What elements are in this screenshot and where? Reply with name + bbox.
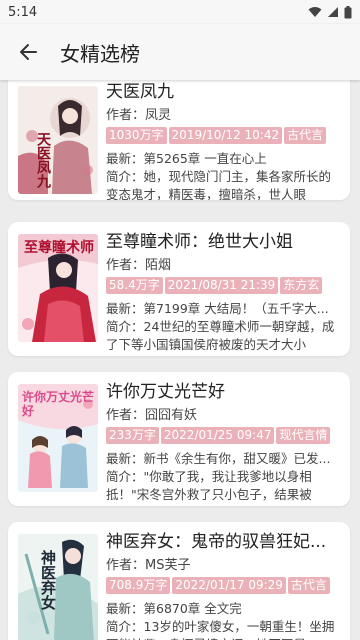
wifi-icon xyxy=(308,7,322,17)
latest-chapter: 最新：第5265章 一直在心上 xyxy=(106,151,267,166)
update-time-tag: 2021/08/31 21:39 xyxy=(164,277,279,294)
book-tags: 233万字 2022/01/25 09:47 现代言情 xyxy=(106,427,342,444)
page-title: 女精选榜 xyxy=(60,41,140,66)
book-tags: 58.4万字 2021/08/31 21:39 东方玄 xyxy=(106,277,342,294)
latest-chapter: 最新：第6870章 全文完 xyxy=(106,601,242,616)
book-author: 作者：陌烟 xyxy=(106,258,172,273)
book-info: 许你万丈光芒好 作者：囧囧有妖 233万字 2022/01/25 09:47 现… xyxy=(106,380,342,504)
book-author: 作者：MS芙子 xyxy=(106,558,191,573)
book-author: 作者：凤灵 xyxy=(106,108,172,123)
book-cover: 至尊瞳术师 xyxy=(18,234,98,342)
word-count-tag: 58.4万字 xyxy=(106,277,163,294)
cover-title: 神医弃女 xyxy=(39,550,57,610)
book-card[interactable]: 许你万丈光芒好 许你万丈光芒好 作者：囧囧有妖 233万字 2022/01/25… xyxy=(8,372,350,506)
latest-chapter: 最新：新书《余生有你，甜又暖》已发... xyxy=(106,451,331,466)
word-count-tag: 1030万字 xyxy=(106,127,167,144)
book-tags: 1030万字 2019/10/12 10:42 古代言 xyxy=(106,127,342,144)
back-button[interactable] xyxy=(0,24,56,80)
book-title: 许你万丈光芒好 xyxy=(106,382,225,402)
book-cover: 许你万丈光芒好 xyxy=(18,384,98,492)
category-tag: 古代言 xyxy=(284,127,327,144)
book-title: 至尊瞳术师：绝世大小姐 xyxy=(106,232,293,252)
book-info: 神医弃女：鬼帝的驭兽狂妃... 作者：MS芙子 708.9万字 2022/01/… xyxy=(106,530,342,640)
signal-icon xyxy=(328,7,338,17)
status-icons xyxy=(308,5,352,19)
cover-title: 天医凤九 xyxy=(35,132,51,188)
cover-title: 许你万丈光芒好 xyxy=(22,390,95,418)
book-title: 神医弃女：鬼帝的驭兽狂妃... xyxy=(106,532,327,552)
update-time-tag: 2019/10/12 10:42 xyxy=(168,127,283,144)
battery-icon xyxy=(344,5,352,18)
book-info: 至尊瞳术师：绝世大小姐 作者：陌烟 58.4万字 2021/08/31 21:3… xyxy=(106,230,342,354)
word-count-tag: 708.9万字 xyxy=(106,577,171,594)
category-tag: 古代言 xyxy=(287,577,330,594)
status-bar: 5:14 xyxy=(0,0,360,24)
book-intro: 简介：13岁的叶家傻女，一朝重生！坐拥万能神鼎，身怀灵境空间，她不再是 xyxy=(106,619,335,640)
book-cover: 神医弃女 xyxy=(18,534,98,640)
update-time-tag: 2022/01/25 09:47 xyxy=(160,427,275,444)
category-tag: 东方玄 xyxy=(280,277,323,294)
book-intro: 简介：她，现代隐门门主，集各家所长的变态鬼才，精医毒，擅暗杀，世人眼 xyxy=(106,169,332,200)
word-count-tag: 233万字 xyxy=(106,427,159,444)
update-time-tag: 2022/01/17 09:29 xyxy=(172,577,286,594)
book-intro: 简介：24世纪的至尊瞳术师一朝穿越，成了下等小国镇国侯府被废的天才大小 xyxy=(106,319,335,352)
book-cover: 天医凤九 xyxy=(18,86,98,194)
book-tags: 708.9万字 2022/01/17 09:29 古代言 xyxy=(106,577,342,594)
book-intro: 简介："你敢了我，我让我爹地以身相抵！"宋冬宫外救了只小包子，结果被 xyxy=(106,469,312,502)
book-info: 天医凤九 作者：凤灵 1030万字 2019/10/12 10:42 古代言 最… xyxy=(106,80,342,200)
app-bar: 女精选榜 xyxy=(0,24,360,80)
status-time: 5:14 xyxy=(8,4,38,20)
category-tag: 现代言情 xyxy=(276,427,331,444)
book-card[interactable]: 天医凤九 天医凤九 作者：凤灵 1030万字 2019/10/12 10:42 … xyxy=(8,80,350,200)
latest-chapter: 最新：第7199章 大结局！（五千字大... xyxy=(106,301,329,316)
book-author: 作者：囧囧有妖 xyxy=(106,408,198,423)
book-card[interactable]: 神医弃女 神医弃女：鬼帝的驭兽狂妃... 作者：MS芙子 708.9万字 202… xyxy=(8,522,350,640)
cover-title: 至尊瞳术师 xyxy=(24,240,94,256)
arrow-back-icon xyxy=(20,44,37,60)
book-title: 天医凤九 xyxy=(106,82,174,102)
book-list[interactable]: 天医凤九 天医凤九 作者：凤灵 1030万字 2019/10/12 10:42 … xyxy=(0,80,360,640)
book-card[interactable]: 至尊瞳术师 至尊瞳术师：绝世大小姐 作者：陌烟 58.4万字 2021/08/3… xyxy=(8,222,350,356)
